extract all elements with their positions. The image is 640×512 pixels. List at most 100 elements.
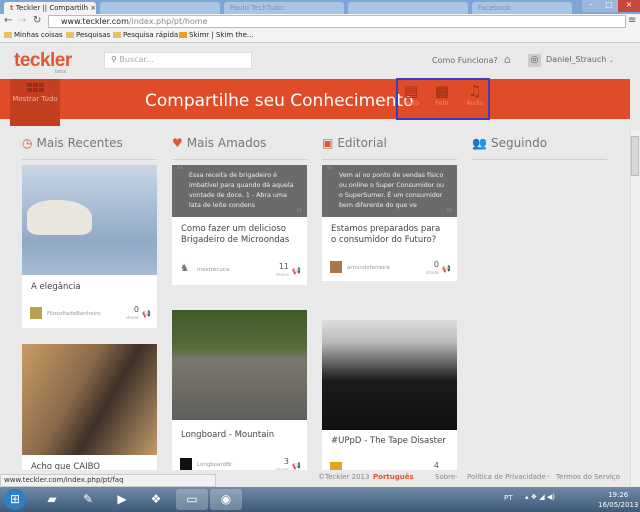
- browser-tab[interactable]: Facebook: [472, 2, 572, 14]
- reload-icon[interactable]: ↻: [33, 15, 41, 26]
- tab-label: Facebook: [478, 4, 511, 12]
- post-card[interactable]: A elegância FilosofiadeBanheiro 0 shares 📢: [22, 165, 157, 328]
- minimize-button[interactable]: –: [582, 0, 600, 12]
- column-title: Mais Recentes: [36, 136, 123, 150]
- maximize-button[interactable]: □: [600, 0, 618, 12]
- clock[interactable]: 19:26 16/05/2013: [598, 490, 638, 510]
- url-input[interactable]: www.teckler.com/index.php/pt/home: [48, 15, 626, 28]
- scrollbar-thumb[interactable]: [631, 136, 639, 176]
- bookmark-label: Minhas coisas: [14, 31, 63, 39]
- bookmark-item[interactable]: Pesquisas: [66, 31, 110, 39]
- chevron-down-icon: ⌄: [609, 57, 615, 64]
- column-heading-recent[interactable]: ◷ Mais Recentes: [22, 136, 157, 160]
- show-all-button[interactable]: Mostrar Tudo: [10, 79, 60, 126]
- column-heading-editorial[interactable]: ▣ Editorial: [322, 136, 457, 160]
- user-menu[interactable]: Daniel_Strauch ⌄: [546, 55, 614, 64]
- bookmark-item[interactable]: Minhas coisas: [4, 31, 63, 39]
- taskbar-media-icon[interactable]: ▶: [106, 489, 138, 510]
- bookmark-item[interactable]: Skimr | Skim the...: [179, 31, 254, 39]
- browser-tab-active[interactable]: t Teckler || Compartilh ×: [4, 2, 96, 14]
- bookmarks-bar: Minhas coisas Pesquisas Pesquisa rápida …: [0, 30, 640, 43]
- search-input[interactable]: ⚲ Buscar...: [104, 52, 252, 69]
- close-window-button[interactable]: ×: [618, 0, 640, 12]
- megaphone-icon[interactable]: 📢: [142, 310, 151, 318]
- post-type-label: Áudio: [466, 100, 484, 107]
- taskbar-notes-icon[interactable]: ▰: [36, 489, 68, 510]
- megaphone-icon[interactable]: 📢: [442, 265, 451, 273]
- post-card[interactable]: “ Vem aí no ponto de vendas físico ou onl…: [322, 165, 457, 281]
- about-link[interactable]: Sobre: [435, 473, 455, 481]
- shares-label: shares: [125, 315, 139, 320]
- post-photo-button[interactable]: ▩ Foto: [428, 82, 456, 107]
- username: Daniel_Strauch: [546, 55, 607, 64]
- browser-tab[interactable]: Paulo TechTudo: [224, 2, 344, 14]
- browser-tab[interactable]: [348, 2, 468, 14]
- post-title: Estamos preparados para o consumidor do …: [331, 224, 441, 245]
- post-image-longboard: [172, 310, 307, 420]
- post-card[interactable]: #UPpD - The Tape Disaster 4: [322, 320, 457, 470]
- quote-text: Vem aí no ponto de vendas físico ou onli…: [339, 172, 445, 209]
- tab-label: Paulo TechTudo: [230, 4, 284, 12]
- post-card[interactable]: “ Essa receita de brigadeiro é imbatível …: [172, 165, 307, 285]
- quote-open-icon: “: [326, 164, 334, 180]
- scrollbar[interactable]: [630, 130, 640, 486]
- tray-icons[interactable]: ▴ ❖ ◢ ◀): [525, 493, 555, 501]
- post-text-button[interactable]: ▤ Texto: [397, 82, 425, 107]
- bookmark-label: Pesquisas: [76, 31, 111, 39]
- shares-label: shares: [425, 270, 439, 275]
- megaphone-icon[interactable]: 📢: [292, 462, 301, 470]
- clock-icon: ◷: [22, 136, 33, 150]
- bookmark-item[interactable]: Pesquisa rápida: [113, 31, 178, 39]
- heart-icon: ♥: [172, 136, 183, 150]
- editorial-icon: ▣: [322, 136, 334, 150]
- column-heading-following[interactable]: 👥 Seguindo: [472, 136, 607, 160]
- taskbar-dropbox-icon[interactable]: ❖: [140, 489, 172, 510]
- post-card[interactable]: Longboard - Mountain LongboardBr 3 shares 📢: [172, 310, 307, 470]
- taskbar-app-icon[interactable]: ✎: [72, 489, 104, 510]
- author-name[interactable]: armindoferreira: [347, 265, 390, 271]
- author-name[interactable]: LongboardBr: [197, 462, 232, 468]
- users-icon: 👥: [472, 136, 487, 150]
- start-button[interactable]: ⊞: [4, 489, 26, 510]
- avatar[interactable]: ◎: [528, 54, 541, 67]
- share-count: 4: [433, 461, 439, 470]
- megaphone-icon[interactable]: 📢: [292, 267, 301, 275]
- share-count: 11: [278, 262, 289, 271]
- how-it-works-link[interactable]: Como Funciona?: [432, 56, 498, 65]
- bookmark-label: Pesquisa rápida: [123, 31, 179, 39]
- photo-icon: ▩: [434, 82, 450, 100]
- language-indicator[interactable]: PT: [504, 494, 513, 502]
- post-audio-button[interactable]: ♫ Áudio: [461, 82, 489, 107]
- shares-label: shares: [275, 272, 289, 277]
- post-type-label: Foto: [435, 100, 449, 107]
- forward-icon[interactable]: →: [18, 15, 26, 26]
- column-title: Seguindo: [490, 136, 548, 150]
- post-image-polar-bear: [22, 165, 157, 275]
- menu-icon[interactable]: ≡: [628, 15, 636, 26]
- copyright: ©Teckler 2013: [318, 473, 370, 481]
- post-title: #UPpD - The Tape Disaster: [331, 436, 446, 446]
- privacy-link[interactable]: Política de Privacidade: [467, 473, 546, 481]
- author-name[interactable]: mestrecuca: [197, 267, 229, 273]
- column-heading-loved[interactable]: ♥ Mais Amados: [172, 136, 307, 160]
- author-avatar: ♞: [180, 263, 189, 274]
- back-icon[interactable]: ←: [4, 15, 12, 26]
- search-placeholder: Buscar...: [119, 55, 154, 64]
- taskbar-explorer-icon[interactable]: ▭: [176, 489, 208, 510]
- author-name[interactable]: FilosofiadeBanheiro: [47, 311, 101, 317]
- column-title: Editorial: [337, 136, 387, 150]
- grid-icon: [10, 83, 60, 92]
- post-title: Como fazer um delicioso Brigadeiro de Mi…: [181, 224, 290, 245]
- bookmark-label: Skimr | Skim the...: [189, 31, 254, 39]
- home-icon[interactable]: ⌂: [504, 53, 511, 66]
- url-host: www.teckler.com: [61, 17, 129, 26]
- post-quote: “ Vem aí no ponto de vendas físico ou onl…: [322, 164, 457, 222]
- taskbar-chrome-icon[interactable]: ◉: [210, 489, 242, 510]
- language-selector[interactable]: Português: [373, 473, 414, 481]
- browser-tab[interactable]: [100, 2, 220, 14]
- terms-link[interactable]: Termos do Serviço: [556, 473, 620, 481]
- chevron-right-icon: »: [384, 96, 389, 105]
- music-icon: ♫: [468, 82, 482, 100]
- post-card[interactable]: Acho que CAIBO: [22, 344, 157, 470]
- quote-open-icon: “: [176, 164, 184, 180]
